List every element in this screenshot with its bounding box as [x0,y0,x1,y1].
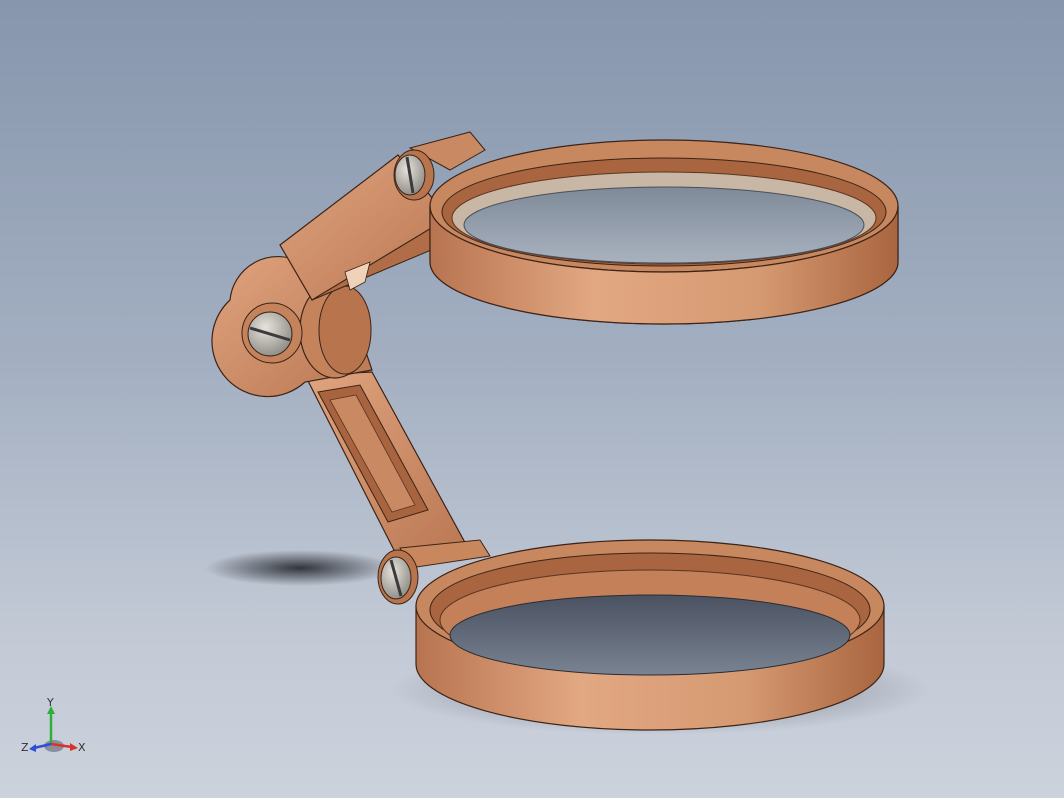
y-axis-label: Y [46,698,54,709]
lower-arm[interactable] [304,371,491,569]
screw-elbow[interactable] [241,302,303,364]
ground-shadow-arm [205,550,395,586]
z-axis-arrow [29,744,36,752]
z-axis-label: Z [21,741,29,754]
screw-top[interactable] [393,149,435,201]
screw-bottom[interactable] [377,549,419,605]
x-axis-arrow [70,743,78,751]
graphics-viewport[interactable]: Y X Z [0,0,1064,798]
bottom-lens-glass [449,594,851,676]
x-axis-label: X [78,741,86,754]
bottom-lens-ring[interactable] [415,539,885,731]
orientation-triad[interactable]: Y X Z [18,698,88,762]
top-lens-ring[interactable] [429,139,899,325]
top-lens-glass [463,186,865,264]
3d-model-view[interactable] [0,0,1064,798]
